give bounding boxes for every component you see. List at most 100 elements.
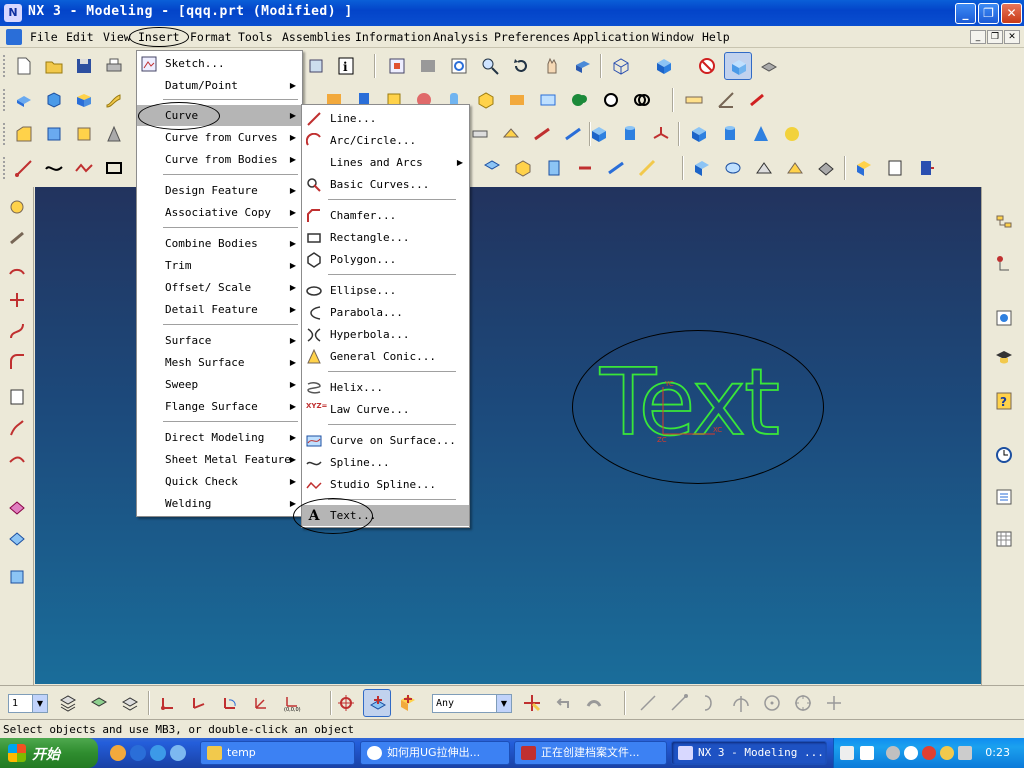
menu-view[interactable]: View — [103, 30, 131, 44]
insert-curve-from-curves-item[interactable]: Curve from Curves ▶ — [137, 127, 302, 148]
insert-sketch-item[interactable]: Sketch... — [137, 53, 302, 74]
fillet-tool-icon[interactable] — [3, 348, 31, 376]
messenger-tray-icon[interactable] — [904, 746, 918, 760]
zoom-in-out-icon[interactable] — [476, 52, 504, 80]
sweep-icon[interactable] — [100, 86, 128, 114]
shaded-edges-icon[interactable] — [724, 52, 752, 80]
surface-sweep-icon[interactable] — [750, 154, 778, 182]
surface-mesh-icon[interactable] — [719, 154, 747, 182]
mdi-close-button[interactable]: ✕ — [1004, 30, 1020, 44]
mdi-restore-button[interactable]: ❐ — [987, 30, 1003, 44]
split-body-icon[interactable] — [497, 120, 525, 148]
view-tool-icon[interactable] — [3, 563, 31, 591]
menu-format[interactable]: Format — [190, 30, 232, 44]
measure-angle-icon[interactable] — [712, 86, 740, 114]
wcs-origin-icon[interactable] — [185, 689, 213, 717]
curve-general-conic-item[interactable]: General Conic... — [302, 346, 469, 367]
snap-quadrant-icon[interactable] — [789, 689, 817, 717]
chrome-tray-icon[interactable] — [922, 746, 936, 760]
insert-design-feature-item[interactable]: Design Feature ▶ — [137, 180, 302, 201]
insert-quick-check-item[interactable]: Quick Check ▶ — [137, 471, 302, 492]
unite-icon[interactable] — [566, 86, 594, 114]
insert-offset-scale-item[interactable]: Offset/ Scale ▶ — [137, 277, 302, 298]
perspective-icon[interactable] — [569, 52, 597, 80]
keyboard-icon[interactable] — [840, 746, 854, 760]
layer-settings-icon[interactable] — [54, 689, 82, 717]
sew-icon[interactable] — [528, 120, 556, 148]
cylinder-primitive-icon[interactable] — [616, 120, 644, 148]
minimize-button[interactable]: _ — [955, 3, 976, 24]
zoom-area-button[interactable] — [445, 52, 473, 80]
curve-parabola-item[interactable]: Parabola... — [302, 302, 469, 323]
datum-csys-icon[interactable] — [647, 120, 675, 148]
cylinder-solid-icon[interactable] — [716, 120, 744, 148]
zoom-window-button[interactable] — [414, 52, 442, 80]
menu-edit[interactable]: Edit — [66, 30, 94, 44]
intersect-icon[interactable] — [628, 86, 656, 114]
model-text-curves[interactable]: Text YC ZC XC — [575, 342, 815, 452]
insert-sweep-item[interactable]: Sweep ▶ — [137, 374, 302, 395]
quicklaunch-messenger-icon[interactable] — [130, 745, 146, 761]
subtract-icon[interactable] — [597, 86, 625, 114]
title-bar[interactable]: N NX 3 - Modeling - [qqq.prt (Modified) … — [0, 0, 1024, 26]
fit-view-button[interactable] — [383, 52, 411, 80]
edge-blend-icon[interactable] — [10, 120, 38, 148]
menu-window[interactable]: Window — [652, 30, 694, 44]
volume-icon[interactable] — [958, 746, 972, 760]
thread-icon[interactable] — [503, 86, 531, 114]
select-features-icon[interactable] — [363, 689, 391, 717]
section-curve-icon[interactable] — [540, 154, 568, 182]
snap-line-icon[interactable] — [634, 689, 662, 717]
dropdown-arrow-icon[interactable]: ▼ — [496, 695, 511, 712]
render-style-icon[interactable] — [755, 52, 783, 80]
help-tray-icon[interactable] — [860, 746, 874, 760]
restore-button[interactable]: ❐ — [978, 3, 999, 24]
copy-display-button[interactable] — [302, 52, 330, 80]
clock-tab-icon[interactable] — [990, 441, 1018, 469]
box-primitive-icon[interactable] — [585, 120, 613, 148]
menu-application[interactable]: Application — [573, 30, 649, 44]
curve-ellipse-item[interactable]: Ellipse... — [302, 280, 469, 301]
undo-selection-icon[interactable] — [549, 689, 577, 717]
extract-curve-icon[interactable] — [571, 154, 599, 182]
surface-tool-icon[interactable] — [3, 524, 31, 552]
measure-distance-icon[interactable] — [680, 86, 708, 114]
toolbar-grip[interactable] — [3, 55, 6, 77]
quick-pick-icon[interactable] — [580, 689, 608, 717]
insert-surface-item[interactable]: Surface ▶ — [137, 330, 302, 351]
point-set-icon[interactable] — [3, 224, 31, 252]
trim-tool-icon[interactable] — [3, 414, 31, 442]
extrude-icon[interactable] — [10, 86, 38, 114]
menu-preferences[interactable]: Preferences — [494, 30, 570, 44]
bridge-curve-icon[interactable] — [633, 154, 661, 182]
hide-icon[interactable] — [693, 52, 721, 80]
intersect-curve-icon[interactable] — [509, 154, 537, 182]
spreadsheet-tab-icon[interactable] — [990, 525, 1018, 553]
snap-center-icon[interactable] — [758, 689, 786, 717]
extend-tool-icon[interactable] — [3, 445, 31, 473]
information-button[interactable]: i — [332, 52, 360, 80]
insert-detail-feature-item[interactable]: Detail Feature ▶ — [137, 299, 302, 320]
document-tool-icon[interactable] — [3, 383, 31, 411]
toolbar-grip[interactable] — [3, 123, 6, 145]
curve-law-curve-item[interactable]: XYZ= Law Curve... — [302, 399, 469, 420]
insert-sheet-metal-feature-item[interactable]: Sheet Metal Feature ▶ — [137, 449, 302, 470]
curve-studio-spline-item[interactable]: Studio Spline... — [302, 474, 469, 495]
draft-icon[interactable] — [100, 120, 128, 148]
menu-tools[interactable]: Tools — [238, 30, 273, 44]
menu-analysis[interactable]: Analysis — [433, 30, 488, 44]
shaded-view-icon[interactable] — [650, 52, 678, 80]
insert-flange-surface-item[interactable]: Flange Surface ▶ — [137, 396, 302, 417]
new-file-button[interactable] — [10, 52, 38, 80]
insert-associative-copy-item[interactable]: Associative Copy ▶ — [137, 202, 302, 223]
curve-polygon-item[interactable]: Polygon... — [302, 249, 469, 270]
select-all-icon[interactable] — [518, 689, 546, 717]
open-file-button[interactable] — [40, 52, 68, 80]
roles-tab-icon[interactable] — [990, 344, 1018, 372]
block-solid-icon[interactable] — [685, 120, 713, 148]
history-palette-tab-icon[interactable] — [990, 304, 1018, 332]
nx-app-icon[interactable]: N — [4, 4, 22, 22]
surface-through-curves-icon[interactable] — [688, 154, 716, 182]
wireframe-view-icon[interactable] — [607, 52, 635, 80]
offset-curve-icon[interactable] — [602, 154, 630, 182]
